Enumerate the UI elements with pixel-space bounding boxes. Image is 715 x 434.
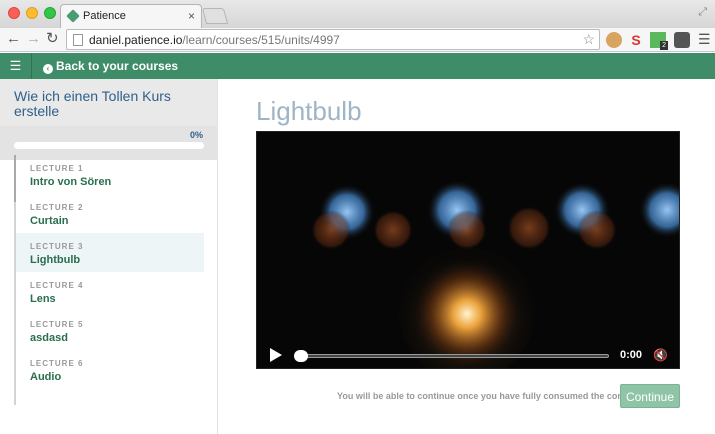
lecture-number: LECTURE 5 [30, 320, 84, 329]
course-title: Wie ich einen Tollen Kurs erstelle [14, 88, 171, 119]
tab-close-icon[interactable]: × [188, 9, 195, 23]
video-controls: 0:00 🔇 [263, 342, 675, 368]
cookie-extension-icon[interactable] [606, 32, 622, 48]
progress-bar [14, 142, 204, 149]
page-icon [73, 34, 83, 46]
lecture-number: LECTURE 6 [30, 359, 84, 368]
video-time: 0:00 [620, 349, 643, 361]
lecture-name: Audio [30, 371, 62, 383]
seek-handle[interactable] [294, 350, 308, 362]
browser-menu-icon[interactable]: ☰ [698, 31, 711, 48]
minimize-window-button[interactable] [26, 7, 38, 19]
url-path: /learn/courses/515/units/4997 [182, 33, 340, 47]
lecture-list: LECTURE 1 Intro von Sören LECTURE 2 Curt… [14, 155, 204, 405]
mute-speaker-icon[interactable]: 🔇 [653, 348, 668, 362]
lecture-item-5[interactable]: LECTURE 5 asdasd [16, 311, 204, 350]
lecture-number: LECTURE 2 [30, 203, 84, 212]
url-host: daniel.patience.io [89, 33, 183, 47]
lecture-content: Lightbulb 0:00 🔇 You will be able to con… [219, 79, 715, 434]
lecture-name: Lens [30, 293, 56, 305]
url-text[interactable]: daniel.patience.io/learn/courses/515/uni… [89, 33, 340, 47]
lecture-number: LECTURE 3 [30, 242, 84, 251]
continue-button[interactable]: Continue [620, 384, 680, 408]
app-header: ☰ ‹ Back to your courses [0, 53, 715, 79]
browser-tabstrip: Patience × ⤢ [0, 0, 715, 28]
zoom-window-button[interactable] [44, 7, 56, 19]
lecture-item-4[interactable]: LECTURE 4 Lens [16, 272, 204, 311]
pocket-extension-icon[interactable] [674, 32, 690, 48]
green-extension-icon[interactable]: 2 [650, 32, 668, 50]
lecture-item-6[interactable]: LECTURE 6 Audio [16, 350, 204, 389]
tab-title: Patience [83, 10, 126, 22]
back-arrow-icon[interactable]: ← [6, 30, 21, 48]
lecture-title: Lightbulb [256, 96, 362, 126]
browser-toolbar: ← → ↻ daniel.patience.io/learn/courses/5… [0, 28, 715, 52]
back-to-courses-link[interactable]: ‹ Back to your courses [43, 59, 178, 74]
lecture-item-1[interactable]: LECTURE 1 Intro von Sören [14, 155, 204, 202]
address-bar[interactable]: daniel.patience.io/learn/courses/515/uni… [66, 29, 600, 50]
seek-bar[interactable] [294, 350, 609, 362]
course-sidebar: Wie ich einen Tollen Kurs erstelle 0% LE… [0, 79, 218, 434]
video-player[interactable]: 0:00 🔇 [256, 131, 680, 369]
forward-arrow-icon[interactable]: → [26, 30, 41, 48]
s-extension-icon[interactable]: S [628, 32, 644, 48]
menu-toggle-button[interactable]: ☰ [0, 53, 32, 79]
chevron-left-circle-icon: ‹ [43, 64, 53, 74]
lecture-name: Intro von Sören [30, 176, 112, 188]
continue-note: You will be able to continue once you ha… [337, 391, 640, 401]
bookmark-star-icon[interactable]: ☆ [582, 31, 595, 48]
lecture-name: asdasd [30, 332, 68, 344]
reload-icon[interactable]: ↻ [46, 30, 59, 48]
close-window-button[interactable] [8, 7, 20, 19]
lecture-name: Lightbulb [30, 254, 81, 266]
browser-tab[interactable]: Patience × [60, 4, 202, 28]
lecture-number: LECTURE 1 [30, 164, 84, 173]
back-link-label: Back to your courses [56, 59, 179, 73]
lecture-name: Curtain [30, 215, 69, 227]
lecture-number: LECTURE 4 [30, 281, 84, 290]
fullscreen-icon[interactable]: ⤢ [698, 6, 707, 19]
video-frame [257, 132, 679, 368]
course-title-box: Wie ich einen Tollen Kurs erstelle [0, 79, 217, 126]
extension-badge: 2 [660, 41, 668, 50]
patience-favicon-icon [66, 9, 80, 23]
progress-percent: 0% [189, 130, 203, 140]
play-icon[interactable] [270, 348, 282, 362]
lecture-item-3[interactable]: LECTURE 3 Lightbulb [16, 233, 204, 272]
new-tab-button[interactable] [201, 8, 229, 24]
lecture-item-2[interactable]: LECTURE 2 Curtain [16, 194, 204, 233]
